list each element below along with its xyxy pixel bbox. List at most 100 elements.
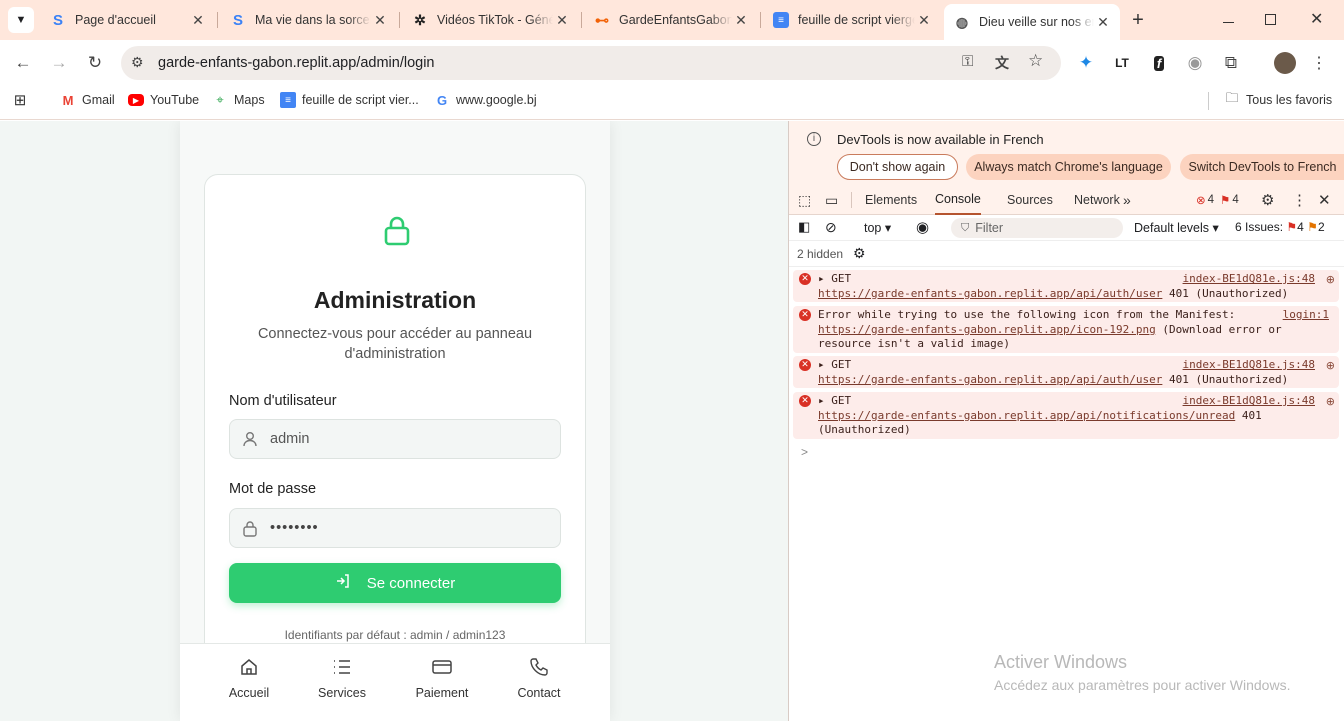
bookmark-star-icon[interactable]: ☆ — [1028, 51, 1043, 71]
password-label: Mot de passe — [229, 481, 317, 497]
close-icon[interactable]: ✕ — [371, 12, 389, 29]
bookmark-maps[interactable]: ⌖ Maps — [212, 86, 265, 114]
site-settings-icon[interactable]: ⚙ — [131, 54, 144, 71]
clear-console-icon[interactable]: ⊘ — [825, 219, 837, 236]
tab-console[interactable]: Console — [935, 185, 981, 215]
settings-icon[interactable]: ⚙ — [1261, 185, 1274, 215]
more-tabs-icon[interactable]: » — [1123, 185, 1131, 215]
console-message[interactable]: ✕ login:1 Error while trying to use the f… — [793, 306, 1339, 353]
close-window-button[interactable]: ✕ — [1310, 9, 1323, 29]
username-field[interactable]: admin — [229, 419, 561, 459]
page-subtitle: Connectez-vous pour accéder au panneau d… — [257, 326, 533, 362]
message-source-link[interactable]: index-BE1dQ81e.js:48 — [1183, 394, 1315, 409]
message-type: Error while trying to use the following … — [818, 308, 1236, 321]
issue-warning-icon: ⚑ — [1307, 220, 1318, 234]
live-expression-eye-icon[interactable]: ◉ — [916, 218, 929, 236]
close-icon: ✕ — [1310, 11, 1324, 28]
bookmark-gmail[interactable]: M Gmail — [60, 86, 115, 114]
switch-devtools-french-button[interactable]: Switch DevTools to French — [1180, 154, 1344, 180]
error-counter[interactable]: ⊗ 4 ⚑ 4 — [1196, 185, 1239, 215]
extensions-puzzle-icon[interactable]: ⧉ — [1220, 40, 1242, 86]
close-icon[interactable]: ✕ — [189, 12, 207, 29]
error-icon: ✕ — [799, 309, 811, 321]
nav-paiement[interactable]: Paiement — [397, 656, 487, 700]
lock-icon — [382, 215, 412, 252]
console-settings-icon[interactable]: ⚙ — [853, 245, 866, 262]
back-button[interactable]: ← — [10, 40, 36, 86]
avatar[interactable] — [1273, 40, 1297, 86]
watermark-title: Activer Windows — [994, 652, 1128, 672]
extension-1-icon[interactable]: ✦ — [1075, 40, 1097, 86]
message-url-link[interactable]: https://garde-enfants-gabon.replit.app/i… — [818, 323, 1156, 336]
languagetool-icon[interactable]: LT — [1111, 40, 1133, 86]
openai-icon: ✲ — [414, 11, 426, 28]
close-icon[interactable]: ✕ — [915, 12, 933, 29]
bookmark-youtube[interactable]: ▶ YouTube — [128, 86, 199, 114]
console-message[interactable]: ✕ ▸ GET index-BE1dQ81e.js:48 https://garde… — [793, 356, 1339, 388]
nav-contact[interactable]: Contact — [494, 656, 584, 700]
message-source-link[interactable]: login:1 — [1283, 308, 1329, 323]
console-message[interactable]: ✕ ▸ GET index-BE1dQ81e.js:48 https://garde… — [793, 392, 1339, 439]
tab-1[interactable]: S Page d'accueil ✕ — [40, 6, 215, 34]
issues-button[interactable]: 6 Issues: ⚑4 ⚑2 — [1235, 220, 1325, 234]
password-key-icon[interactable]: ⚿ — [962, 53, 973, 70]
minimize-button[interactable] — [1218, 10, 1238, 30]
tab-4[interactable]: ⊷ GardeEnfantsGabon ✕ — [584, 6, 758, 34]
devtools-menu-icon[interactable]: ⋮ — [1292, 185, 1307, 215]
menu-icon[interactable]: ⋮ — [1311, 40, 1327, 86]
message-url-link[interactable]: https://garde-enfants-gabon.replit.app/a… — [818, 373, 1162, 386]
tab-active[interactable]: ◍ Dieu veille sur nos enfants ✕ — [944, 4, 1120, 40]
login-button[interactable]: Se connecter — [229, 563, 561, 603]
camera-icon[interactable]: ◉ — [1184, 40, 1206, 86]
ai-explain-icon[interactable]: ⊕ — [1326, 273, 1335, 288]
console-filter-input[interactable]: ⛉ Filter — [951, 218, 1123, 238]
message-url-link[interactable]: https://garde-enfants-gabon.replit.app/a… — [818, 287, 1162, 300]
always-match-language-button[interactable]: Always match Chrome's language — [966, 154, 1171, 180]
forward-button[interactable]: → — [46, 40, 72, 86]
close-icon[interactable]: ✕ — [732, 12, 750, 29]
device-toolbar-icon[interactable]: ▭ — [825, 185, 838, 215]
password-field[interactable]: •••••••• — [229, 508, 561, 548]
all-bookmarks[interactable]: 🗀 Tous les favoris — [1224, 86, 1332, 114]
url-text[interactable]: garde-enfants-gabon.replit.app/admin/log… — [158, 55, 435, 71]
ai-explain-icon[interactable]: ⊕ — [1326, 359, 1335, 374]
nav-accueil[interactable]: Accueil — [204, 656, 294, 700]
reload-icon: ↻ — [87, 53, 103, 72]
warning-count: 4 — [1232, 194, 1239, 206]
context-selector[interactable]: top ▾ — [864, 220, 891, 235]
maximize-button[interactable] — [1265, 14, 1276, 25]
message-url-link[interactable]: https://garde-enfants-gabon.replit.app/a… — [818, 409, 1235, 422]
message-source-link[interactable]: index-BE1dQ81e.js:48 — [1183, 358, 1315, 373]
console-prompt[interactable]: > — [801, 445, 808, 459]
sidebar-toggle-icon[interactable]: ◧ — [798, 219, 810, 235]
bookmark-docs[interactable]: ≡ feuille de script vier... — [280, 86, 419, 114]
tab-elements[interactable]: Elements — [865, 185, 917, 215]
log-levels-dropdown[interactable]: Default levels ▾ — [1134, 220, 1219, 235]
bookmark-google[interactable]: Gwww.google.bj — [434, 86, 537, 114]
tab-title: feuille de script vierge — [798, 13, 915, 27]
extension-f-icon[interactable]: f — [1148, 40, 1170, 86]
close-icon[interactable]: ✕ — [1094, 14, 1112, 31]
console-message[interactable]: ✕ ▸ GET index-BE1dQ81e.js:48 https://garde… — [793, 270, 1339, 302]
apps-button[interactable]: ⊞ — [12, 86, 34, 114]
new-tab-button[interactable]: + — [1126, 8, 1150, 32]
tab-sources[interactable]: Sources — [1007, 185, 1053, 215]
ai-explain-icon[interactable]: ⊕ — [1326, 395, 1335, 410]
arrow-left-icon: ← — [14, 53, 32, 72]
inspect-element-icon[interactable]: ⬚ — [798, 185, 811, 215]
tab-5[interactable]: ≡ feuille de script vierge ✕ — [763, 6, 941, 34]
nav-services[interactable]: Services — [297, 656, 387, 700]
bookmark-label: Maps — [234, 93, 265, 107]
tab-3[interactable]: ✲ Vidéos TikTok - Générateur ✕ — [402, 6, 579, 34]
replit-orange-icon: ⊷ — [595, 11, 609, 28]
dont-show-again-button[interactable]: Don't show again — [837, 154, 958, 180]
reload-button[interactable]: ↻ — [82, 40, 108, 86]
tab-search-button[interactable]: ▼ — [8, 7, 34, 33]
tab-network[interactable]: Network — [1074, 185, 1120, 215]
close-icon[interactable]: ✕ — [553, 12, 571, 29]
message-source-link[interactable]: index-BE1dQ81e.js:48 — [1183, 272, 1315, 287]
translate-icon[interactable]: 文 — [995, 53, 1009, 73]
tab-2[interactable]: S Ma vie dans la sorcellerie ✕ — [220, 6, 397, 34]
close-devtools-icon[interactable]: ✕ — [1318, 185, 1331, 215]
address-bar[interactable]: ⚙ garde-enfants-gabon.replit.app/admin/l… — [121, 46, 1061, 80]
